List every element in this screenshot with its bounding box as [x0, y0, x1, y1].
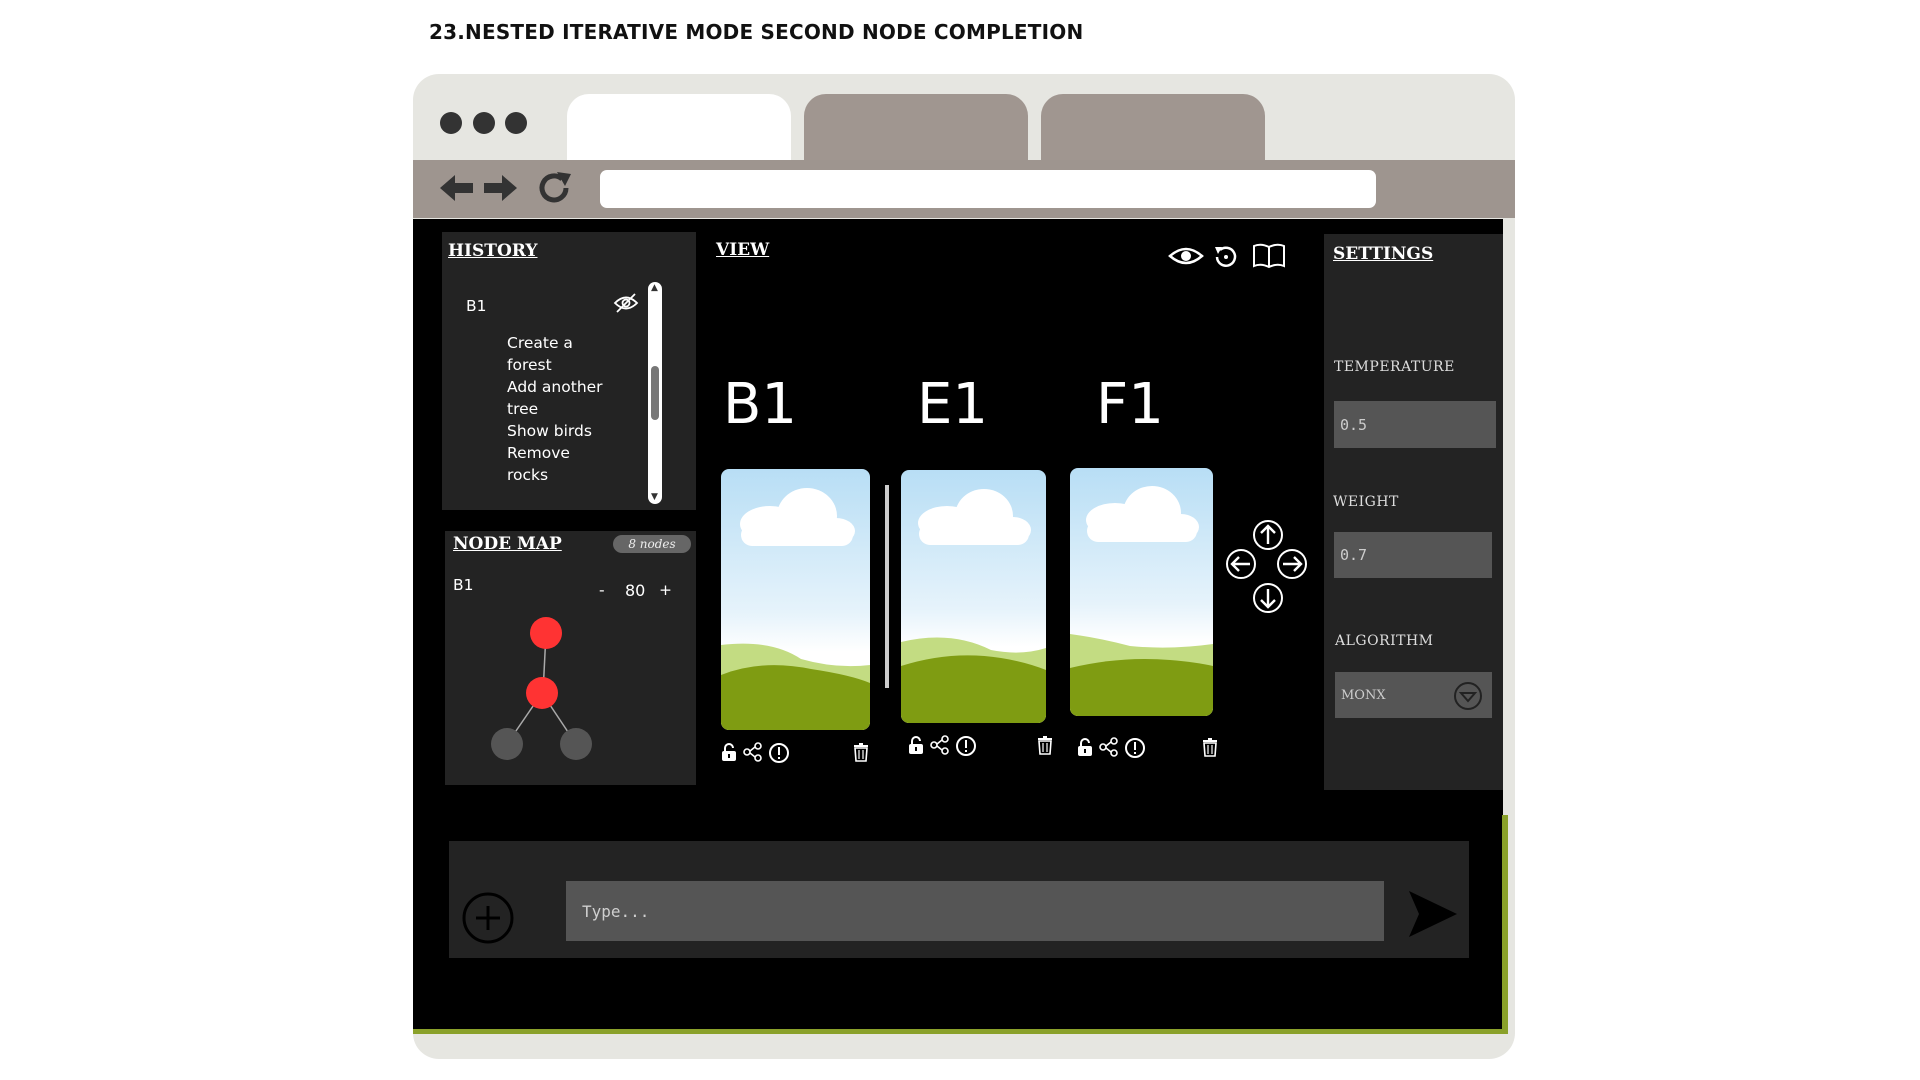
eye-off-icon[interactable]: [613, 292, 639, 314]
node-count-badge: 8 nodes: [613, 535, 691, 553]
lock-icon[interactable]: [720, 742, 738, 762]
browser-tab-2[interactable]: [804, 94, 1028, 162]
plus-icon[interactable]: [461, 891, 515, 945]
history-item[interactable]: rocks: [507, 464, 627, 486]
node-label-b1: B1: [723, 372, 798, 437]
history-scroll-thumb[interactable]: [651, 366, 659, 420]
info-icon[interactable]: [955, 735, 977, 757]
settings-title: SETTINGS: [1333, 244, 1434, 264]
history-title: HISTORY: [448, 241, 538, 261]
node-divider: [885, 485, 889, 688]
browser-tab-active[interactable]: [567, 94, 791, 162]
back-arrow-icon[interactable]: [438, 170, 476, 206]
lock-icon[interactable]: [907, 735, 925, 755]
arrow-down-icon[interactable]: [1253, 583, 1283, 613]
node-map-title: NODE MAP: [453, 534, 562, 554]
direction-pad: [1226, 520, 1307, 613]
view-title: VIEW: [716, 240, 770, 260]
history-item[interactable]: Show birds: [507, 420, 627, 442]
scroll-up-icon[interactable]: ▲: [651, 283, 658, 293]
accent-border-right: [1502, 815, 1508, 1031]
arrow-up-icon[interactable]: [1253, 520, 1283, 550]
weight-field[interactable]: 0.7: [1334, 532, 1492, 578]
browser-tab-3[interactable]: [1041, 94, 1265, 162]
window-close-dot[interactable]: [440, 112, 462, 134]
window-minimize-dot[interactable]: [473, 112, 495, 134]
share-icon[interactable]: [1098, 737, 1120, 757]
weight-label: WEIGHT: [1333, 494, 1399, 510]
zoom-value: 80: [625, 581, 646, 600]
trash-icon[interactable]: [852, 742, 870, 762]
book-icon[interactable]: [1251, 242, 1287, 270]
send-icon[interactable]: [1405, 889, 1459, 939]
scroll-down-icon[interactable]: ▼: [651, 492, 658, 502]
reload-icon[interactable]: [535, 168, 575, 208]
accent-border-bottom: [413, 1029, 1508, 1034]
arrow-left-icon[interactable]: [1226, 549, 1256, 579]
node-label-e1: E1: [917, 372, 989, 437]
node-tree-graph: [491, 617, 592, 760]
address-bar[interactable]: [600, 170, 1376, 208]
history-item[interactable]: tree: [507, 398, 627, 420]
trash-icon[interactable]: [1036, 735, 1054, 755]
temperature-label: TEMPERATURE: [1334, 359, 1455, 375]
node-map-label: B1: [453, 576, 474, 594]
page-title: 23.NESTED ITERATIVE MODE SECOND NODE COM…: [429, 20, 1084, 44]
info-icon[interactable]: [768, 742, 790, 764]
eye-icon[interactable]: [1168, 244, 1204, 268]
node-label-f1: F1: [1096, 372, 1164, 437]
image-card-f1[interactable]: [1070, 468, 1213, 716]
zoom-in-button[interactable]: +: [659, 579, 672, 601]
image-card-b1[interactable]: [721, 469, 870, 730]
info-icon[interactable]: [1124, 737, 1146, 759]
lock-icon[interactable]: [1076, 737, 1094, 757]
arrow-right-icon[interactable]: [1277, 549, 1307, 579]
history-item[interactable]: Create a: [507, 332, 627, 354]
zoom-out-button[interactable]: -: [599, 579, 605, 601]
algorithm-label: ALGORITHM: [1335, 633, 1434, 649]
tree-node-active[interactable]: [526, 677, 558, 709]
image-card-e1[interactable]: [901, 470, 1046, 723]
history-item[interactable]: Remove: [507, 442, 627, 464]
history-item[interactable]: Add another: [507, 376, 627, 398]
window-maximize-dot[interactable]: [505, 112, 527, 134]
tree-node-active[interactable]: [530, 617, 562, 649]
history-group-label[interactable]: B1: [466, 295, 487, 317]
forward-arrow-icon[interactable]: [481, 170, 519, 206]
share-icon[interactable]: [742, 742, 764, 762]
tree-node[interactable]: [560, 728, 592, 760]
chevron-down-icon[interactable]: [1452, 680, 1484, 712]
share-icon[interactable]: [929, 735, 951, 755]
trash-icon[interactable]: [1201, 737, 1219, 757]
history-list: Create a forest Add another tree Show bi…: [507, 332, 627, 486]
tree-node[interactable]: [491, 728, 523, 760]
algorithm-value: MONX: [1341, 687, 1386, 703]
history-icon[interactable]: [1212, 243, 1240, 271]
temperature-field[interactable]: 0.5: [1334, 401, 1496, 448]
history-item[interactable]: forest: [507, 354, 627, 376]
chat-input[interactable]: [566, 881, 1384, 941]
